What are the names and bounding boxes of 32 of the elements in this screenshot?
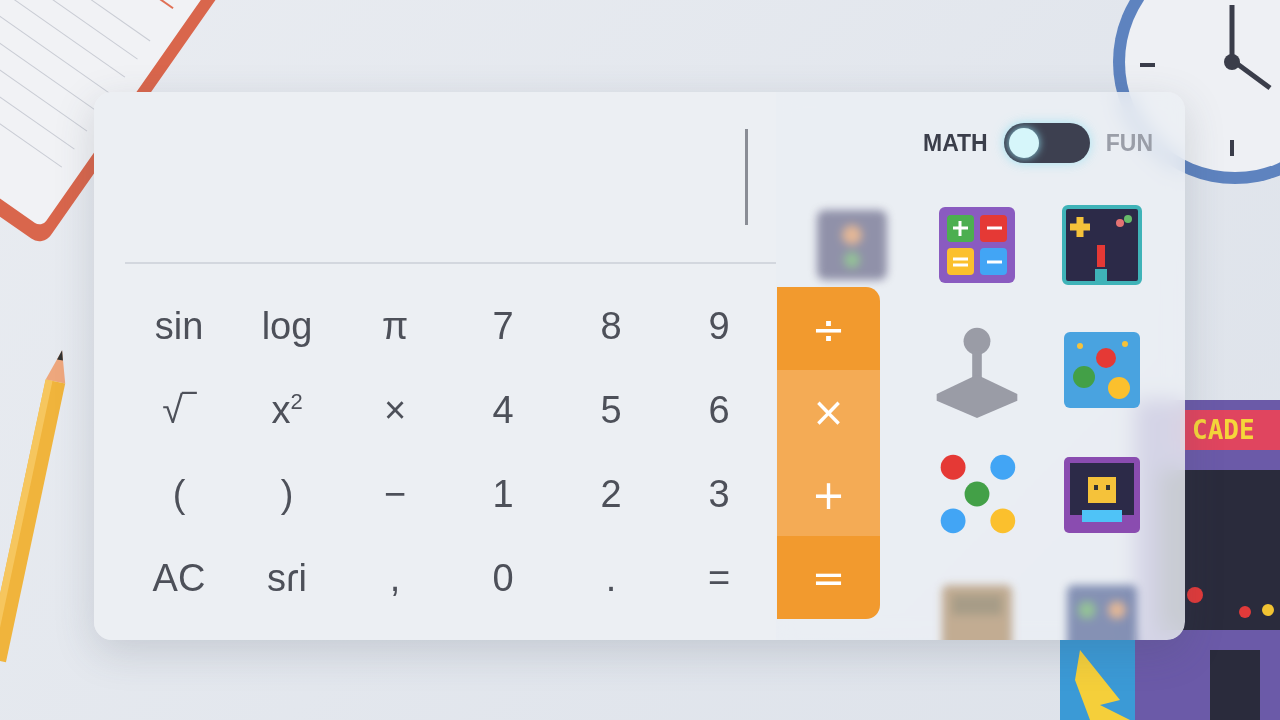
calculator-key[interactable]: √‾	[125, 368, 233, 452]
calculator-key[interactable]: 3	[665, 452, 773, 536]
calculator-key[interactable]: π	[341, 284, 449, 368]
mode-toggle[interactable]	[1003, 123, 1090, 163]
calculator-key[interactable]: 7	[449, 284, 557, 368]
calculator-key[interactable]: 9	[665, 284, 773, 368]
calculator-key[interactable]: =	[665, 536, 773, 620]
arcade-marquee-text: CADE	[1192, 415, 1255, 445]
calculator-key[interactable]: 8	[557, 284, 665, 368]
calculator-key[interactable]: ×	[341, 368, 449, 452]
calculator-key[interactable]: .	[557, 536, 665, 620]
calculator-keys-icon[interactable]	[937, 205, 1017, 285]
calculator-key[interactable]: (	[125, 452, 233, 536]
calculator-key[interactable]: sɾi	[233, 536, 341, 620]
calculator-key[interactable]: log	[233, 284, 341, 368]
toggle-label: MATH	[923, 129, 988, 157]
calculator-key[interactable]: 2	[557, 452, 665, 536]
calculator-key[interactable]: 6	[665, 368, 773, 452]
game-screen-icon[interactable]	[1062, 205, 1142, 285]
calculator-key[interactable]: sin	[125, 284, 233, 368]
toggle-label: FUN	[1105, 129, 1153, 157]
calculator-key[interactable]: x$^{2}$	[233, 368, 341, 452]
colored-balls-icon[interactable]	[1062, 330, 1142, 410]
robot-screen-icon[interactable]	[1062, 455, 1142, 535]
calculator-key[interactable]: ,	[341, 536, 449, 620]
calculator-key[interactable]: 4	[449, 368, 557, 452]
calculator-key[interactable]: 1	[449, 452, 557, 536]
calculator-key[interactable]: AC	[125, 536, 233, 620]
calculator-key[interactable]: )	[233, 452, 341, 536]
calculator-key[interactable]: −	[341, 452, 449, 536]
calculator-key[interactable]: 5	[557, 368, 665, 452]
calculator-key[interactable]: 0	[449, 536, 557, 620]
